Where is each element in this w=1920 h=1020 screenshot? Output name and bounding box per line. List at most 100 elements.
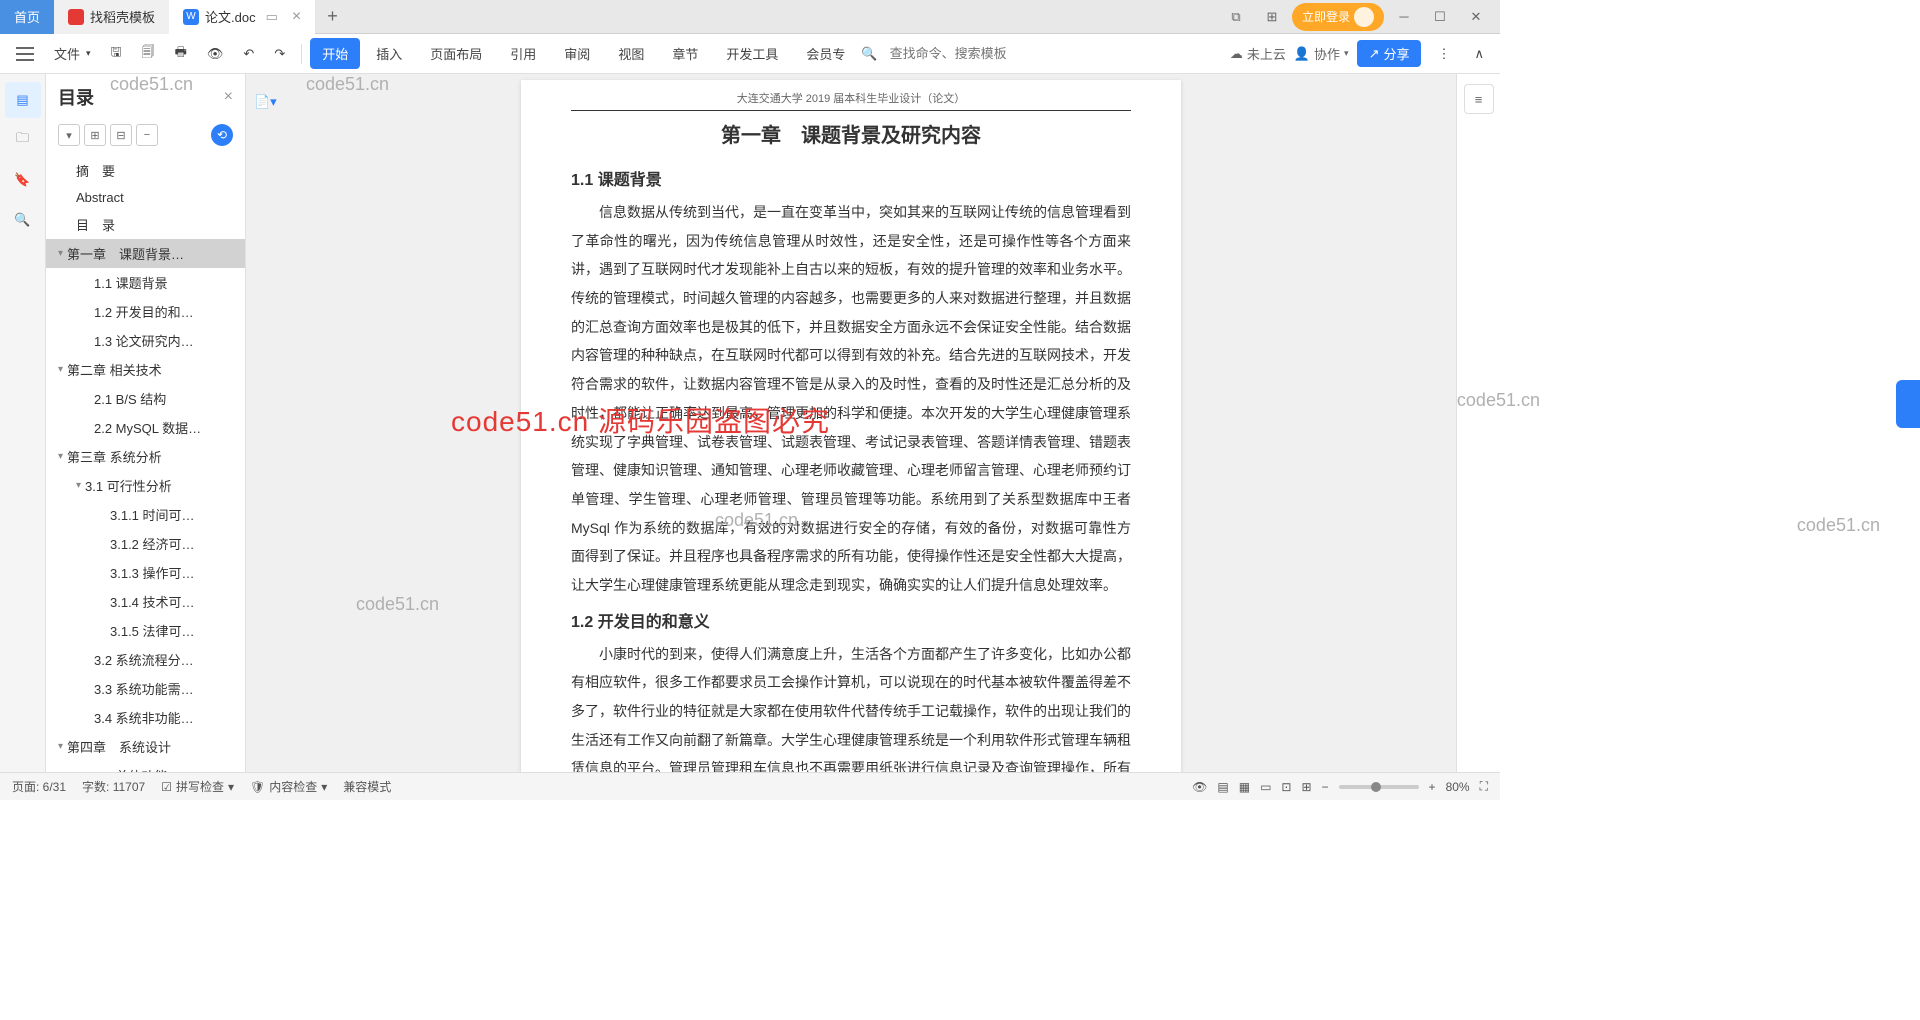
outline-item[interactable]: 3.1.2 经济可…	[46, 529, 245, 558]
find-icon[interactable]: 🔍	[5, 202, 41, 238]
maximize-button[interactable]: ☐	[1424, 3, 1456, 31]
outline-item[interactable]: ▾3.1 可行性分析	[46, 471, 245, 500]
menu-start[interactable]: 开始	[310, 38, 360, 69]
zoom-in-button[interactable]: +	[1429, 780, 1436, 794]
outline-item[interactable]: 2.2 MySQL 数据…	[46, 413, 245, 442]
spellcheck-button[interactable]: ☑拼写检查 ▾	[161, 778, 234, 795]
outline-item[interactable]: ▾第四章 系统设计	[46, 732, 245, 761]
outline-title: 目录	[58, 84, 94, 110]
minus-icon[interactable]: −	[136, 124, 158, 146]
outline-list: 摘 要Abstract目 录▾第一章 课题背景…1.1 课题背景1.2 开发目的…	[46, 150, 245, 772]
menu-devtools[interactable]: 开发工具	[714, 38, 790, 69]
file-menu[interactable]: 文件 ▾	[46, 40, 99, 67]
outline-panel: 目录 × ▾ ⊞ ⊟ − ⟲ 摘 要Abstract目 录▾第一章 课题背景…1…	[46, 74, 246, 772]
menu-toggle[interactable]	[8, 43, 42, 65]
left-sidebar: ▤ 🗀 🔖 🔍	[0, 74, 46, 772]
tab-bar: 首页 找稻壳模板 W 论文.doc ▭ × + ⧉ ⊞ 立即登录 ─ ☐ ✕	[0, 0, 1500, 34]
template-icon	[68, 9, 84, 25]
layout-icon[interactable]: ⧉	[1220, 3, 1252, 31]
menu-member[interactable]: 会员专	[794, 38, 857, 69]
shield-icon: 🛡	[250, 780, 265, 794]
expand-icon[interactable]: ∧	[1466, 42, 1492, 66]
zoom-level[interactable]: 80%	[1446, 780, 1470, 794]
tab-split-icon[interactable]: ▭	[266, 9, 278, 25]
menu-layout[interactable]: 页面布局	[418, 38, 494, 69]
login-button[interactable]: 立即登录	[1292, 3, 1384, 31]
save-icon[interactable]: 🖫	[103, 39, 130, 69]
outline-item[interactable]: 3.1.1 时间可…	[46, 500, 245, 529]
zoom-out-button[interactable]: −	[1322, 780, 1329, 794]
redo-icon[interactable]: ↷	[266, 42, 293, 66]
word-count[interactable]: 字数: 11707	[82, 778, 145, 795]
outline-item[interactable]: ▾第二章 相关技术	[46, 355, 245, 384]
menu-chapter[interactable]: 章节	[660, 38, 710, 69]
minimize-button[interactable]: ─	[1388, 3, 1420, 31]
outline-close-icon[interactable]: ×	[224, 88, 233, 106]
menu-reference[interactable]: 引用	[498, 38, 548, 69]
tab-add-button[interactable]: +	[315, 6, 350, 27]
outline-item[interactable]: ▾第一章 课题背景…	[46, 239, 245, 268]
tab-template[interactable]: 找稻壳模板	[54, 0, 169, 34]
collab-button[interactable]: 👤协作▾	[1294, 44, 1349, 63]
person-icon: 👤	[1294, 46, 1310, 62]
undo-icon[interactable]: ↶	[235, 42, 262, 66]
outline-item[interactable]: 2.1 B/S 结构	[46, 384, 245, 413]
tab-close-icon[interactable]: ×	[292, 8, 301, 26]
bookmark-icon[interactable]: 🔖	[5, 162, 41, 198]
watermark: code51.cn	[356, 594, 439, 615]
outline-item[interactable]: 3.3 系统功能需…	[46, 674, 245, 703]
expand-icon[interactable]: ⊞	[84, 124, 106, 146]
close-button[interactable]: ✕	[1460, 3, 1492, 31]
outline-item[interactable]: 1.3 论文研究内…	[46, 326, 245, 355]
save-as-icon[interactable]: 🗐	[134, 39, 163, 69]
panel-toggle-icon[interactable]: ≡	[1464, 84, 1494, 114]
zoom-fit-icon[interactable]: ⊞	[1301, 780, 1311, 794]
outline-item[interactable]: 3.2 系统流程分…	[46, 645, 245, 674]
outline-item[interactable]: 3.1.3 操作可…	[46, 558, 245, 587]
folder-icon[interactable]: 🗀	[5, 122, 41, 158]
right-panel: ≡	[1456, 74, 1500, 772]
outline-icon[interactable]: ▤	[5, 82, 41, 118]
eye-icon[interactable]: 👁	[1192, 780, 1207, 794]
menu-insert[interactable]: 插入	[364, 38, 414, 69]
outline-item[interactable]: 3.1.5 法律可…	[46, 616, 245, 645]
fullscreen-icon[interactable]: ⛶	[1480, 779, 1488, 794]
search-input[interactable]	[882, 42, 1074, 65]
tab-home[interactable]: 首页	[0, 0, 54, 34]
menu-review[interactable]: 审阅	[552, 38, 602, 69]
content-check-button[interactable]: 🛡内容检查 ▾	[250, 778, 327, 795]
view-outline-icon[interactable]: ▭	[1260, 780, 1271, 794]
page-marker-icon[interactable]: 📄▾	[254, 94, 277, 110]
document-page: 大连交通大学 2019 届本科生毕业设计（论文） 第一章 课题背景及研究内容 1…	[521, 80, 1181, 772]
sync-icon[interactable]: ⟲	[211, 124, 233, 146]
reading-icon[interactable]: ⊡	[1281, 780, 1291, 794]
outline-item[interactable]: 摘 要	[46, 156, 245, 185]
collapse-all-icon[interactable]: ▾	[58, 124, 80, 146]
search-icon: 🔍	[861, 46, 877, 62]
collapse-icon[interactable]: ⊟	[110, 124, 132, 146]
menu-view[interactable]: 视图	[606, 38, 656, 69]
apps-icon[interactable]: ⊞	[1256, 3, 1288, 31]
zoom-slider[interactable]	[1339, 785, 1419, 789]
outline-item[interactable]: 目 录	[46, 210, 245, 239]
preview-icon[interactable]: 👁	[199, 42, 232, 66]
print-icon[interactable]: 🖶	[167, 39, 195, 69]
share-button[interactable]: ↗分享	[1357, 40, 1422, 67]
view-web-icon[interactable]: ▦	[1239, 780, 1250, 794]
section-1-1-body: 信息数据从传统到当代，是一直在变革当中，突如其来的互联网让传统的信息管理看到了革…	[571, 198, 1131, 600]
outline-item[interactable]: Abstract	[46, 185, 245, 210]
outline-item[interactable]: ▾第三章 系统分析	[46, 442, 245, 471]
document-area[interactable]: 📄▾ code51.cn code51.cn code51.cn code51.…	[246, 74, 1456, 772]
cloud-button[interactable]: ☁未上云	[1230, 44, 1286, 63]
outline-item[interactable]: 3.4 系统非功能…	[46, 703, 245, 732]
page-header: 大连交通大学 2019 届本科生毕业设计（论文）	[571, 90, 1131, 111]
view-page-icon[interactable]: ▤	[1217, 780, 1228, 794]
outline-item[interactable]: 4.1 总体功能	[46, 761, 245, 772]
outline-item[interactable]: 1.2 开发目的和…	[46, 297, 245, 326]
tab-document[interactable]: W 论文.doc ▭ ×	[169, 0, 315, 34]
feedback-tab[interactable]	[1896, 380, 1920, 428]
more-icon[interactable]: ⋮	[1429, 42, 1458, 66]
outline-item[interactable]: 1.1 课题背景	[46, 268, 245, 297]
page-indicator[interactable]: 页面: 6/31	[12, 778, 66, 795]
outline-item[interactable]: 3.1.4 技术可…	[46, 587, 245, 616]
